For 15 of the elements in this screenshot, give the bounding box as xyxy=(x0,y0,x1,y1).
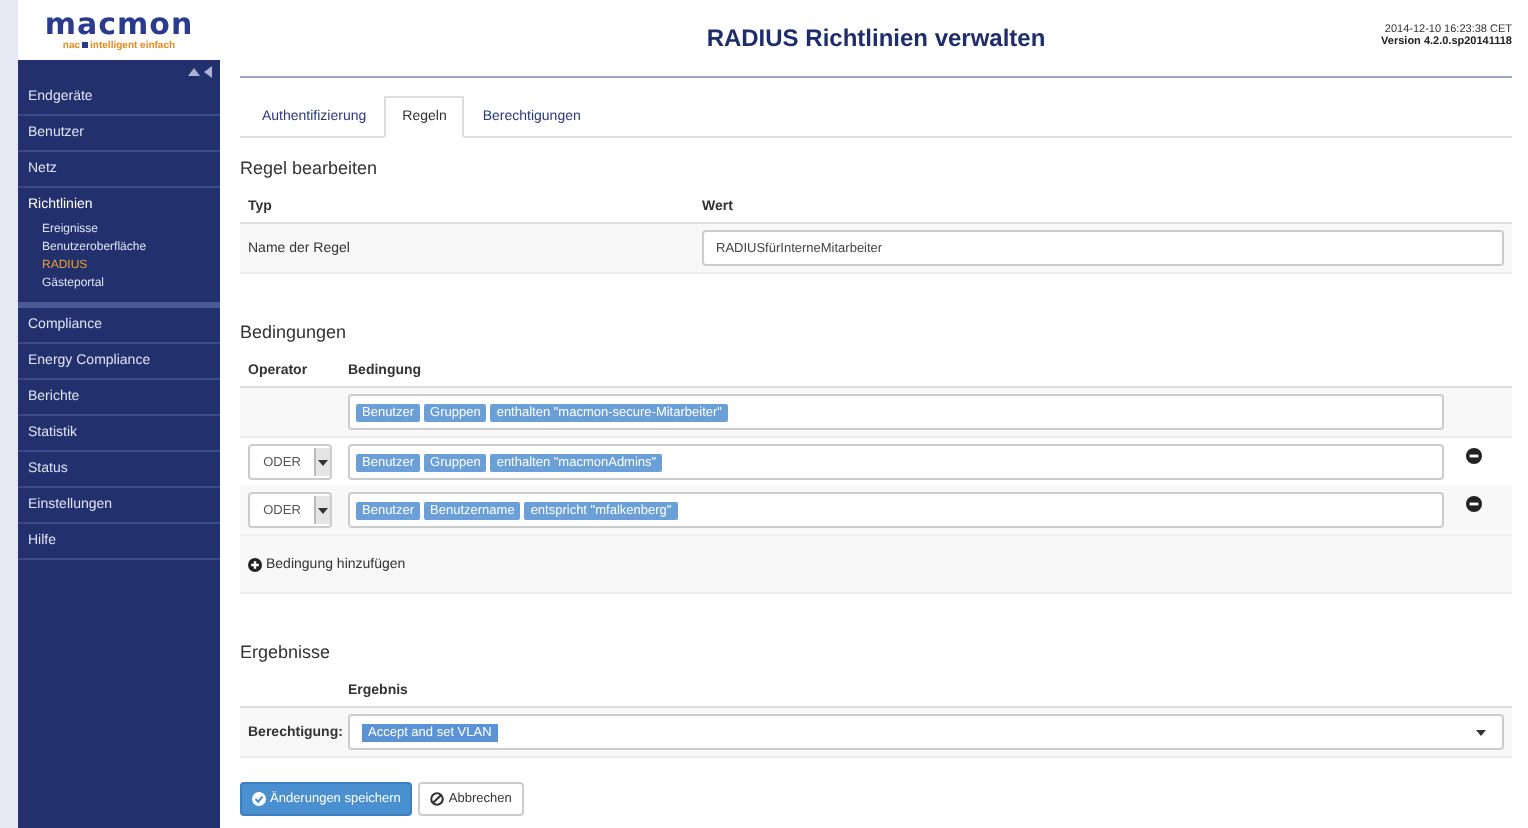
collapse-arrows-icon[interactable] xyxy=(188,66,212,78)
logo-wordmark: macmon xyxy=(44,9,194,39)
remove-icon[interactable] xyxy=(1466,496,1482,512)
square-icon xyxy=(82,42,89,48)
check-circle-icon xyxy=(252,792,266,806)
section-title: Regel bearbeiten xyxy=(240,158,380,178)
section-title: Ergebnisse xyxy=(240,642,333,662)
ban-icon xyxy=(430,792,445,806)
caret-icon xyxy=(1476,729,1486,735)
remove-icon[interactable] xyxy=(1466,448,1482,464)
section-title: Bedingungen xyxy=(240,322,349,342)
caret-icon xyxy=(318,507,328,513)
page-title: RADIUS Richtlinien verwalten xyxy=(706,24,1046,52)
caret-icon xyxy=(318,459,328,465)
add-icon xyxy=(248,557,262,571)
